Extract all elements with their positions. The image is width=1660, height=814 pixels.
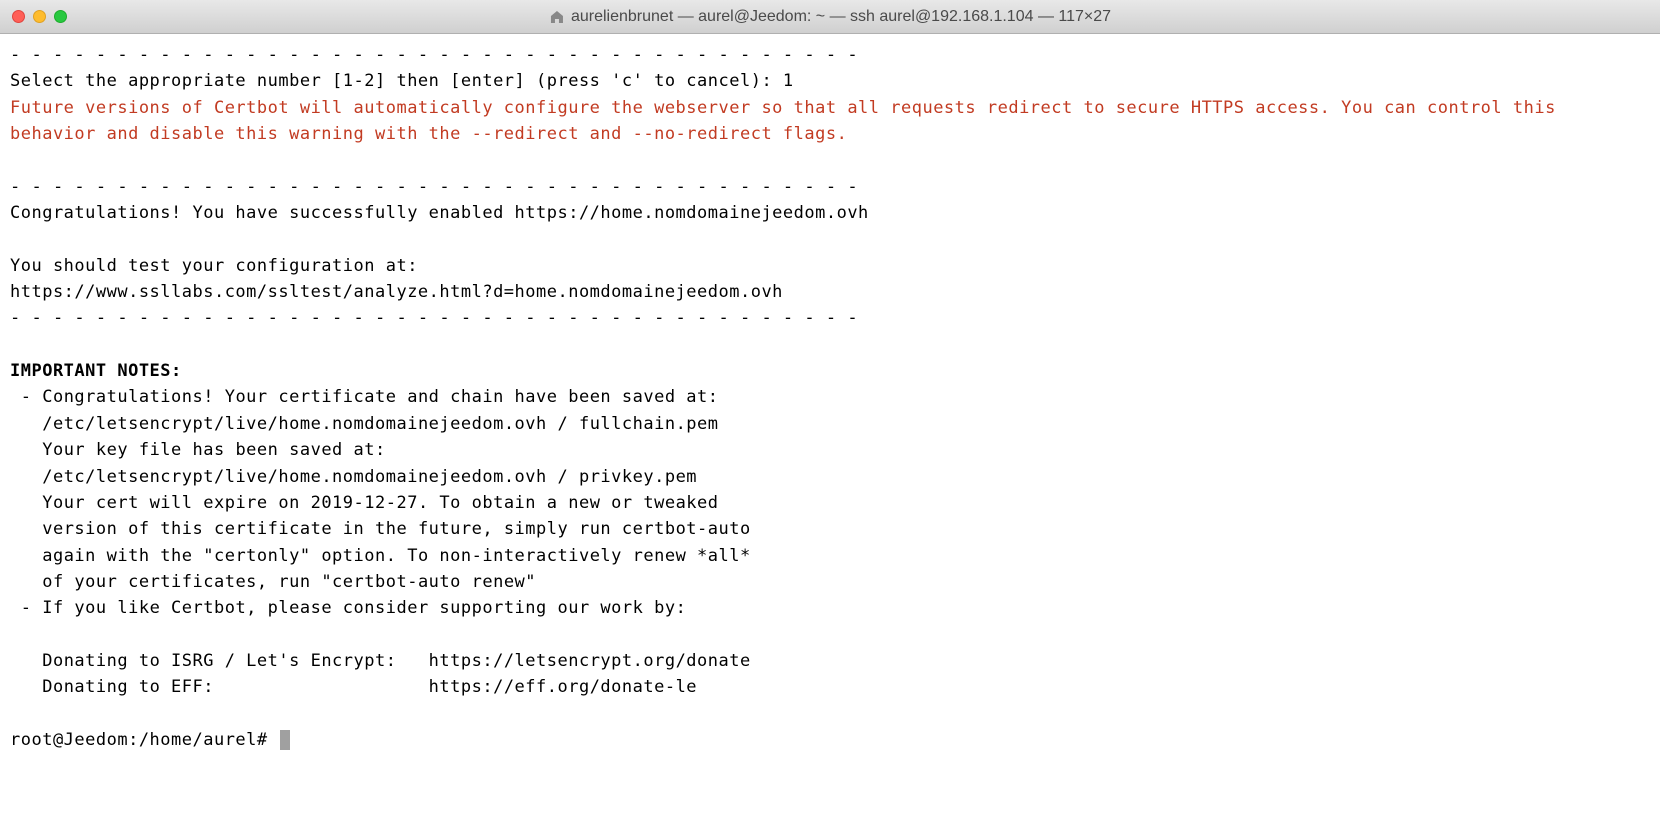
test-url-text: https://www.ssllabs.com/ssltest/analyze.… <box>10 282 783 302</box>
divider-line: - - - - - - - - - - - - - - - - - - - - … <box>10 308 858 328</box>
note-line: Your key file has been saved at: <box>10 440 386 460</box>
note-line: of your certificates, run "certbot-auto … <box>10 572 536 592</box>
terminal-output[interactable]: - - - - - - - - - - - - - - - - - - - - … <box>0 34 1660 761</box>
cursor <box>280 730 290 750</box>
traffic-lights <box>12 10 67 23</box>
minimize-button[interactable] <box>33 10 46 23</box>
home-icon <box>549 9 565 25</box>
test-config-text: You should test your configuration at: <box>10 256 418 276</box>
note-line: /etc/letsencrypt/live/home.nomdomainejee… <box>10 467 697 487</box>
window-title: aurelienbrunet — aurel@Jeedom: ~ — ssh a… <box>549 8 1111 26</box>
congrats-text: Congratulations! You have successfully e… <box>10 203 869 223</box>
divider-line: - - - - - - - - - - - - - - - - - - - - … <box>10 45 858 65</box>
warning-text: Future versions of Certbot will automati… <box>10 98 1567 144</box>
window-title-text: aurelienbrunet — aurel@Jeedom: ~ — ssh a… <box>571 8 1111 26</box>
note-line: - If you like Certbot, please consider s… <box>10 598 686 618</box>
note-line: - Congratulations! Your certificate and … <box>10 387 719 407</box>
window-titlebar: aurelienbrunet — aurel@Jeedom: ~ — ssh a… <box>0 0 1660 34</box>
important-notes-header: IMPORTANT NOTES: <box>10 361 182 381</box>
donate-line: Donating to EFF: https://eff.org/donate-… <box>10 677 697 697</box>
divider-line: - - - - - - - - - - - - - - - - - - - - … <box>10 177 858 197</box>
maximize-button[interactable] <box>54 10 67 23</box>
note-line: again with the "certonly" option. To non… <box>10 546 751 566</box>
close-button[interactable] <box>12 10 25 23</box>
donate-line: Donating to ISRG / Let's Encrypt: https:… <box>10 651 751 671</box>
note-line: Your cert will expire on 2019-12-27. To … <box>10 493 719 513</box>
note-line: version of this certificate in the futur… <box>10 519 751 539</box>
note-line: /etc/letsencrypt/live/home.nomdomainejee… <box>10 414 719 434</box>
select-prompt: Select the appropriate number [1-2] then… <box>10 71 794 91</box>
shell-prompt: root@Jeedom:/home/aurel# <box>10 730 278 750</box>
